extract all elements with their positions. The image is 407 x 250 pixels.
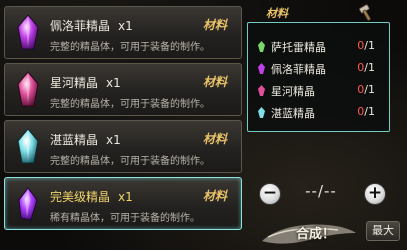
item-description: 完整的精晶体，可用于装备的制作。 xyxy=(50,99,210,110)
material-name: 星河精晶 xyxy=(271,85,315,98)
item-name: 完美级精晶 x1 xyxy=(50,190,133,204)
item-type-label: 材料 xyxy=(202,132,227,146)
material-row: 星河精晶 0/1 xyxy=(258,82,383,99)
material-count: 0/1 xyxy=(357,83,375,96)
minus-icon: − xyxy=(262,183,278,203)
item-name: 星河精晶 x1 xyxy=(50,76,121,90)
decrease-button[interactable]: − xyxy=(259,183,281,205)
item-list: 佩洛菲精晶 x1 材料 完整的精晶体，可用于装备的制作。 星河精晶 x1 材料 完整… xyxy=(0,0,246,250)
material-count: 0/1 xyxy=(357,105,375,118)
item-type-label: 材料 xyxy=(202,75,227,89)
item-type-label: 材料 xyxy=(202,189,227,203)
item-type-label: 材料 xyxy=(202,18,227,32)
craft-label: 合成！ xyxy=(296,227,336,242)
item-description: 稀有精晶体，可用于装备的制作。 xyxy=(50,213,200,224)
material-name: 萨托雷精晶 xyxy=(271,41,326,54)
plus-icon: + xyxy=(367,183,383,203)
cyan-gem-icon xyxy=(258,107,265,118)
material-row: 佩洛菲精晶 0/1 xyxy=(258,60,383,77)
cyan-gem-icon xyxy=(17,128,39,164)
green-gem-icon xyxy=(258,41,265,52)
material-count: 0/1 xyxy=(357,61,375,74)
item-name: 湛蓝精晶 x1 xyxy=(50,133,121,147)
item-card-selected[interactable]: 完美级精晶 x1 材料 稀有精晶体，可用于装备的制作。 xyxy=(4,177,242,230)
purple-gem-icon xyxy=(17,14,39,50)
item-card[interactable]: 湛蓝精晶 x1 材料 完整的精晶体，可用于装备的制作。 xyxy=(4,120,242,173)
violet-gem-icon xyxy=(18,187,38,221)
item-card[interactable]: 星河精晶 x1 材料 完整的精晶体，可用于装备的制作。 xyxy=(4,63,242,116)
materials-header: 材料 xyxy=(266,7,288,20)
quantity-value: --/-- xyxy=(305,182,337,200)
material-count: 0/1 xyxy=(357,39,375,52)
hammer-icon[interactable] xyxy=(357,4,375,22)
pink-gem-icon xyxy=(258,85,265,96)
material-name: 佩洛菲精晶 xyxy=(271,63,326,76)
max-button[interactable]: 最大 xyxy=(366,221,400,241)
material-row: 萨托雷精晶 0/1 xyxy=(258,38,383,55)
item-description: 完整的精晶体，可用于装备的制作。 xyxy=(50,156,210,167)
item-name: 佩洛菲精晶 x1 xyxy=(50,19,133,33)
increase-button[interactable]: + xyxy=(364,183,386,205)
pink-gem-icon xyxy=(17,71,39,107)
item-description: 完整的精晶体，可用于装备的制作。 xyxy=(50,42,210,53)
material-name: 湛蓝精晶 xyxy=(271,107,315,120)
item-card[interactable]: 佩洛菲精晶 x1 材料 完整的精晶体，可用于装备的制作。 xyxy=(4,6,242,59)
material-row: 湛蓝精晶 0/1 xyxy=(258,104,383,121)
purple-gem-icon xyxy=(258,63,265,74)
